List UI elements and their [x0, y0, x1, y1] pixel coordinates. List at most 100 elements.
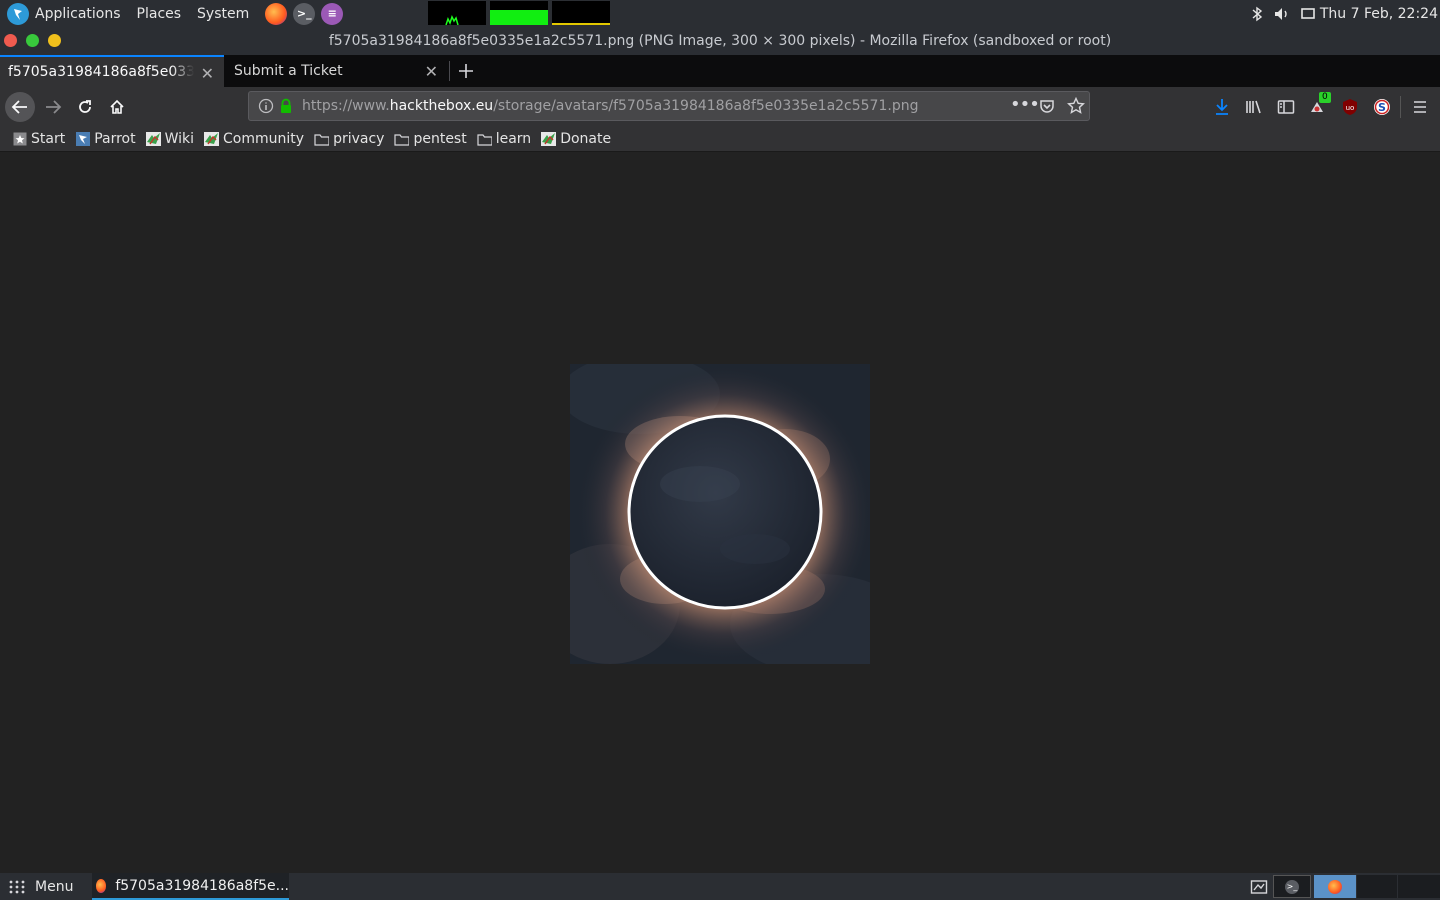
info-icon[interactable] [258, 98, 274, 114]
main-menu-button[interactable]: Menu [8, 873, 73, 900]
places-menu-label: Places [136, 5, 182, 22]
workspace-4[interactable] [1398, 875, 1440, 898]
bookmark-label: Community [223, 131, 305, 147]
secure-lock-icon[interactable] [279, 98, 293, 114]
url-bar[interactable]: https://www.hackthebox.eu/storage/avatar… [248, 91, 1090, 121]
workspace-switcher-terminal[interactable]: >_ [1273, 875, 1311, 898]
bookmark-parrot[interactable]: Parrot [70, 131, 140, 147]
sidebar-icon[interactable] [1275, 96, 1297, 118]
folder-icon [314, 132, 330, 146]
taskbar-firefox-window[interactable]: f5705a31984186a8f5e... [92, 873, 289, 900]
bookmark-label: learn [495, 131, 532, 147]
plus-icon [459, 64, 473, 78]
forward-button[interactable] [38, 92, 68, 122]
tab-image[interactable]: f5705a31984186a8f5e0335e1a2c5571.png ✕ [0, 55, 224, 87]
apps-grid-icon [9, 880, 25, 893]
url-path: /storage/avatars/f5705a31984186a8f5e0335… [493, 98, 919, 114]
main-menu-label: Menu [35, 878, 74, 895]
display-icon[interactable] [1301, 7, 1315, 20]
library-icon[interactable] [1243, 96, 1265, 118]
workspace-3[interactable] [1357, 875, 1397, 898]
bookmark-label: Wiki [164, 131, 195, 147]
back-arrow-icon [11, 100, 27, 114]
system-menu-label: System [197, 5, 250, 22]
bookmark-star-icon[interactable] [1067, 97, 1085, 115]
url-prefix: https://www. [302, 98, 390, 114]
tab-label: f5705a31984186a8f5e0335e1a2c5571.png [8, 64, 194, 80]
page-actions-icon[interactable]: ••• [1010, 94, 1040, 115]
screenshot-tool-icon[interactable] [1249, 875, 1269, 898]
folder-icon [477, 132, 492, 146]
memory-monitor-graph [490, 1, 548, 25]
parrot-community-favicon-icon [204, 132, 220, 146]
close-tab-icon[interactable]: ✕ [425, 62, 438, 81]
parrot-community-favicon-icon [541, 132, 557, 146]
bookmark-folder-pentest[interactable]: pentest [389, 131, 471, 147]
bookmark-donate[interactable]: Donate [536, 131, 616, 147]
pocket-icon[interactable] [1039, 98, 1055, 114]
folder-icon [394, 132, 410, 146]
bookmark-label: Parrot [94, 131, 136, 147]
bookmark-community[interactable]: Community [199, 131, 309, 147]
bluetooth-icon[interactable] [1251, 6, 1263, 22]
image-viewer-content [0, 152, 1440, 873]
cpu-monitor-graph [428, 1, 486, 26]
tab-divider [449, 61, 450, 81]
top-panel: Applications Places System >_ ≡ Thu 7 Fe… [0, 0, 1440, 27]
downloads-icon[interactable] [1211, 96, 1233, 118]
terminal-launcher-icon[interactable]: >_ [293, 2, 316, 25]
window-title: f5705a31984186a8f5e0335e1a2c5571.png (PN… [328, 33, 1112, 49]
parrot-logo-icon [7, 2, 29, 25]
bookmark-label: Start [31, 131, 66, 147]
workspace-switcher-firefox[interactable] [1314, 875, 1356, 898]
url-text[interactable]: https://www.hackthebox.eu/storage/avatar… [302, 98, 918, 114]
svg-text:S: S [1378, 101, 1386, 114]
bookmark-folder-learn[interactable]: learn [472, 131, 536, 147]
tab-label: Submit a Ticket [234, 63, 343, 79]
network-monitor-graph [552, 1, 610, 25]
bookmarks-toolbar: Start Parrot Wiki Community privacy pent… [0, 127, 1440, 152]
start-page-icon [12, 132, 27, 146]
bottom-panel: Menu f5705a31984186a8f5e... >_ [0, 873, 1440, 900]
applications-menu-label: Applications [35, 5, 121, 22]
firefox-icon [1328, 879, 1342, 894]
navigation-toolbar: https://www.hackthebox.eu/storage/avatar… [0, 87, 1440, 127]
eclipse-image[interactable] [570, 364, 870, 664]
applications-menu[interactable]: Applications [0, 2, 121, 25]
reload-button[interactable] [70, 92, 100, 122]
new-tab-button[interactable] [454, 58, 478, 84]
home-icon [110, 99, 124, 114]
svg-text:uo: uo [1346, 104, 1355, 112]
bookmark-label: pentest [413, 131, 467, 147]
firefox-icon [96, 878, 107, 893]
terminal-icon: >_ [1285, 879, 1299, 894]
taskbar-window-label: f5705a31984186a8f5e... [115, 877, 289, 894]
parrot-community-favicon-icon [145, 132, 161, 146]
ublock-icon[interactable]: uo [1339, 96, 1361, 118]
bookmark-wiki[interactable]: Wiki [141, 131, 199, 147]
extension-badge-count: 0 [1319, 92, 1331, 103]
parrot-favicon-icon [75, 132, 90, 146]
tab-strip: f5705a31984186a8f5e0335e1a2c5571.png ✕ S… [0, 55, 1440, 87]
bookmark-start[interactable]: Start [0, 131, 70, 147]
tab-submit-ticket[interactable]: Submit a Ticket ✕ [226, 55, 448, 87]
system-menu[interactable]: System [197, 6, 249, 22]
home-button[interactable] [102, 92, 132, 122]
bookmark-folder-privacy[interactable]: privacy [309, 131, 389, 147]
bookmark-label: privacy [333, 131, 385, 147]
extension-badge-icon[interactable]: 0 [1307, 92, 1331, 118]
system-tray: Thu 7 Feb, 22:24 [1251, 0, 1440, 27]
volume-icon[interactable] [1273, 6, 1291, 22]
close-tab-icon[interactable]: ✕ [201, 64, 214, 83]
firefox-launcher-icon[interactable] [265, 2, 288, 25]
toolbar-divider [1400, 96, 1401, 118]
clock[interactable]: Thu 7 Feb, 22:24 [1320, 6, 1438, 22]
hamburger-menu-icon[interactable] [1409, 96, 1431, 118]
reload-icon [79, 100, 91, 113]
text-editor-launcher-icon[interactable]: ≡ [321, 2, 344, 25]
back-button[interactable] [5, 92, 35, 122]
window-title-bar[interactable]: f5705a31984186a8f5e0335e1a2c5571.png (PN… [0, 27, 1440, 55]
forward-arrow-icon [46, 100, 62, 114]
https-everywhere-icon[interactable]: S [1371, 96, 1393, 118]
places-menu[interactable]: Places [137, 6, 182, 22]
